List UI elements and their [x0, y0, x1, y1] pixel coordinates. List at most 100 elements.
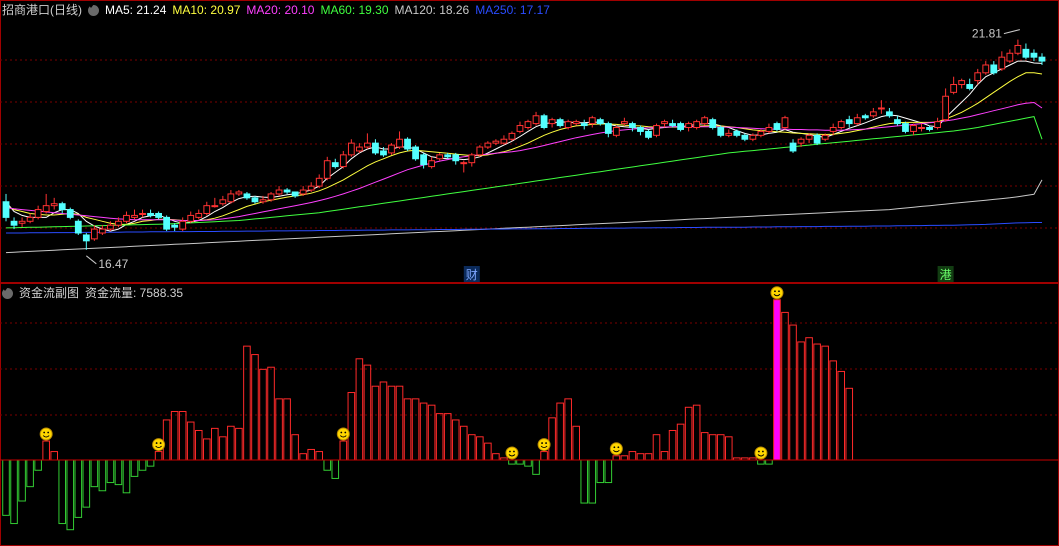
flow-bar: [805, 337, 813, 461]
candle-body: [942, 95, 950, 121]
candle-body: [10, 220, 18, 226]
candle: [982, 61, 990, 75]
sub-panel-header: 资金流副图 资金流量: 7588.35: [0, 283, 183, 303]
flow-bar: [154, 451, 163, 461]
candle: [58, 201, 66, 214]
candle-body: [436, 154, 444, 160]
candle: [910, 123, 917, 136]
flow-bar: [708, 434, 717, 461]
chart-canvas: 16.47 21.81 财 港: [0, 0, 1059, 546]
candle: [765, 123, 773, 134]
candle: [452, 152, 460, 165]
flow-bar: [524, 459, 532, 467]
candle-body: [789, 142, 797, 152]
smiley-face: [754, 446, 768, 460]
candle: [950, 76, 958, 95]
candle-body: [123, 214, 130, 222]
candle: [74, 219, 82, 235]
candle: [725, 129, 733, 138]
candle-body: [837, 121, 845, 129]
candle: [620, 117, 628, 126]
candle-body: [26, 216, 34, 222]
candle-body: [773, 123, 781, 130]
flow-bar: [588, 459, 597, 504]
flow-bar: [620, 455, 629, 461]
candle-body: [315, 177, 323, 187]
candle: [131, 209, 138, 220]
candle: [2, 193, 10, 222]
candle-body: [339, 154, 347, 168]
flow-bar: [10, 459, 18, 525]
candle: [532, 111, 540, 126]
flow-bar: [516, 459, 524, 465]
dropdown-icon[interactable]: [2, 287, 13, 299]
candle: [34, 205, 42, 220]
candle-body: [572, 121, 580, 125]
candle-body: [372, 142, 379, 154]
candle-body: [805, 134, 813, 140]
candle-body: [404, 138, 411, 150]
flow-bar: [227, 425, 235, 461]
candle: [717, 125, 725, 138]
candle-body: [195, 212, 203, 218]
smiley-eye: [513, 450, 515, 453]
main-panel-title: 招商港口(日线): [2, 3, 82, 17]
flow-bar: [660, 451, 669, 461]
ma20-label: MA20: 20.10: [246, 3, 315, 17]
ma5-label: MA5: 21.24: [105, 3, 167, 17]
candle: [677, 121, 684, 132]
candle-body: [283, 189, 291, 193]
smiley-eye: [541, 442, 543, 444]
flow-bar: [845, 387, 854, 461]
dropdown-icon[interactable]: [88, 4, 99, 16]
smiley-eye: [617, 446, 620, 449]
smiley-icon: [770, 286, 784, 300]
candle-body: [219, 199, 227, 205]
candle-body: [291, 191, 299, 197]
candle-body: [307, 185, 315, 191]
candle-body: [701, 117, 709, 125]
candle: [412, 145, 419, 161]
candle: [1022, 43, 1030, 60]
candle: [998, 51, 1006, 71]
flow-bar: [443, 413, 452, 461]
candle: [604, 121, 612, 138]
candle-body: [171, 224, 179, 228]
candle: [18, 217, 26, 228]
flow-bar: [476, 436, 484, 461]
flow-bar: [387, 385, 396, 461]
candle-body: [990, 64, 998, 74]
candle: [267, 191, 275, 202]
candle: [918, 123, 925, 132]
candle-body: [910, 125, 917, 132]
low-price-label: 16.47: [98, 257, 128, 271]
flow-bar: [90, 459, 99, 488]
ma-line-ma20: [5, 101, 1043, 221]
flow-bar: [540, 451, 548, 461]
candle-body: [966, 84, 974, 89]
candle: [564, 119, 572, 130]
candle-body: [1022, 48, 1030, 58]
candle-body: [886, 111, 893, 117]
candle: [468, 152, 476, 167]
flow-bar: [676, 423, 685, 461]
flow-bar: [50, 451, 58, 461]
smiley-face: [39, 427, 53, 441]
candle-body: [821, 134, 829, 140]
flow-bar: [74, 459, 83, 518]
main-panel-header: 招商港口(日线) MA5: 21.24 MA10: 20.97 MA20: 20…: [0, 0, 550, 20]
candle: [171, 223, 179, 232]
flow-bar: [427, 404, 436, 461]
candle-body: [251, 197, 259, 203]
candle-body: [1006, 52, 1014, 62]
flow-bar: [26, 459, 34, 488]
flow-bar: [596, 459, 605, 484]
flow-value-label: 资金流量: 7588.35: [85, 286, 184, 300]
candle: [548, 117, 556, 128]
high-pointer: [1003, 29, 1021, 35]
flow-bar: [813, 343, 821, 461]
flow-bar: [66, 459, 75, 531]
candle-body: [733, 130, 741, 136]
smiley-eye: [545, 442, 547, 444]
candle-body: [958, 80, 966, 86]
